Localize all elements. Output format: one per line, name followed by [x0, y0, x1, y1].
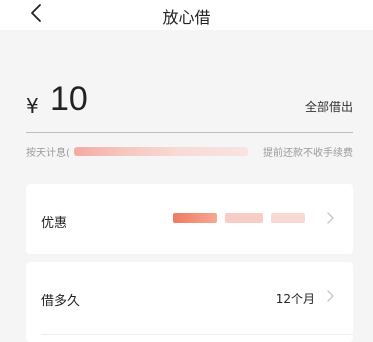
redacted-chip — [225, 213, 263, 223]
page-title: 放心借 — [162, 8, 211, 27]
loan-page: 放心借 ¥ 10 全部借出 按天计息( 提前还款不收手续费 优惠 借多久 12个… — [0, 0, 373, 342]
amount-divider — [26, 132, 353, 133]
currency-symbol: ¥ — [26, 94, 39, 118]
card-divider — [41, 334, 353, 335]
interest-info: 按天计息( 提前还款不收手续费 — [26, 144, 353, 160]
term-row[interactable]: 借多久 12个月 — [26, 262, 353, 342]
discount-value-redacted — [173, 212, 315, 224]
discount-label: 优惠 — [41, 216, 68, 231]
borrow-all-button[interactable]: 全部借出 — [305, 98, 353, 115]
redacted-chip — [173, 213, 217, 223]
discount-row[interactable]: 优惠 — [26, 184, 353, 254]
chevron-right-icon — [327, 290, 334, 302]
term-value: 12个月 — [275, 292, 315, 306]
amount-section: ¥ 10 全部借出 — [26, 78, 353, 128]
chevron-right-icon — [327, 212, 334, 224]
interest-label: 按天计息( — [26, 148, 70, 159]
prepay-note: 提前还款不收手续费 — [263, 148, 353, 159]
nav-bar: 放心借 — [0, 0, 373, 30]
amount-input[interactable]: 10 — [50, 80, 88, 119]
term-label: 借多久 — [41, 294, 81, 309]
redacted-chip — [271, 213, 305, 223]
interest-rate-redacted — [74, 147, 248, 156]
